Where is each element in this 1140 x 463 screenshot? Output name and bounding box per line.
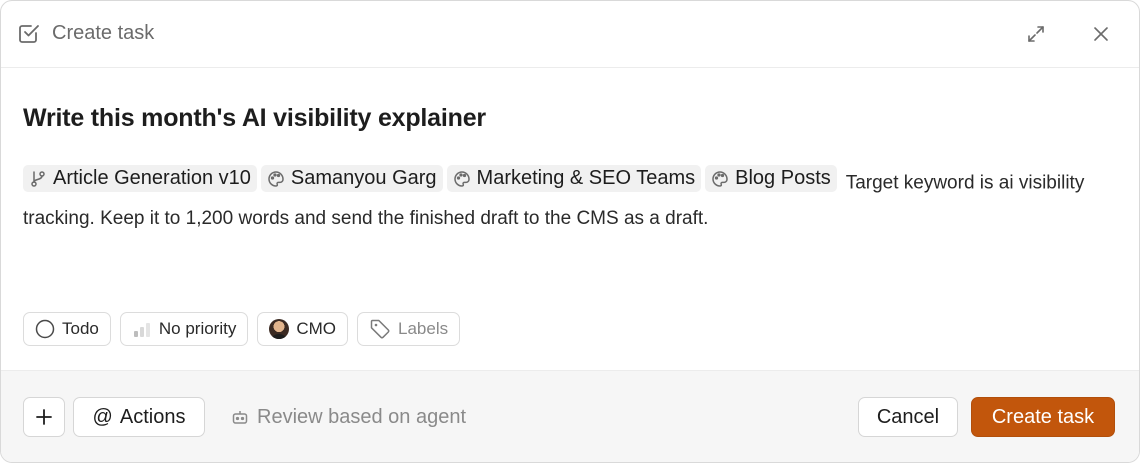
actions-label: Actions	[119, 405, 186, 428]
mention-chip-collection[interactable]: Blog Posts	[705, 165, 837, 192]
at-sign-icon: @	[92, 405, 113, 428]
task-title-input[interactable]: Write this month's AI visibility explain…	[23, 101, 486, 135]
assignee-button[interactable]: CMO	[257, 312, 349, 346]
branch-icon	[31, 170, 45, 187]
mention-label: Samanyou Garg	[290, 167, 437, 189]
mention-label: Blog Posts	[735, 167, 831, 189]
review-label: Review based on agent	[257, 405, 467, 428]
status-button[interactable]: Todo	[23, 312, 111, 346]
palette-icon	[712, 170, 728, 187]
expand-button[interactable]	[1021, 19, 1051, 49]
mention-label: Marketing & SEO Teams	[476, 167, 696, 189]
task-properties: Todo No priority CMO Labels	[23, 312, 461, 346]
dialog-footer: @ Actions Review based on agent Cancel C…	[1, 370, 1139, 462]
palette-icon	[453, 170, 470, 187]
mention-chip-workflow[interactable]: Article Generation v10	[23, 165, 257, 192]
status-label: Todo	[62, 319, 99, 338]
close-icon	[1094, 27, 1108, 41]
close-button[interactable]	[1086, 19, 1116, 49]
bot-icon	[232, 411, 248, 424]
actions-button[interactable]: @ Actions	[73, 397, 205, 437]
expand-icon	[1028, 26, 1044, 42]
task-description-editor[interactable]: Article Generation v10 Samanyou Garg Mar…	[23, 165, 1118, 236]
create-task-button[interactable]: Create task	[971, 397, 1115, 437]
dialog-title: Create task	[52, 22, 155, 44]
priority-button[interactable]: No priority	[119, 312, 249, 346]
review-agent-toggle[interactable]: Review based on agent	[231, 397, 466, 437]
add-button[interactable]	[23, 397, 65, 437]
plus-icon	[36, 409, 52, 425]
assignee-label: CMO	[296, 319, 337, 338]
avatar	[269, 319, 290, 339]
mention-chip-team[interactable]: Marketing & SEO Teams	[446, 165, 702, 192]
labels-button[interactable]: Labels	[357, 312, 461, 346]
cancel-button[interactable]: Cancel	[858, 397, 958, 437]
mention-label: Article Generation v10	[53, 167, 251, 189]
palette-icon	[268, 170, 284, 187]
create-task-dialog: Create task Write this month's AI visibi…	[0, 0, 1140, 463]
status-circle-icon	[35, 319, 55, 339]
checkbox-icon	[18, 22, 40, 44]
tag-icon	[370, 319, 390, 339]
dialog-header: Create task	[1, 1, 1139, 68]
priority-label: No priority	[158, 319, 237, 338]
mention-chip-person[interactable]: Samanyou Garg	[260, 165, 443, 192]
labels-label: Labels	[398, 319, 449, 338]
signal-bars-icon	[133, 323, 150, 337]
